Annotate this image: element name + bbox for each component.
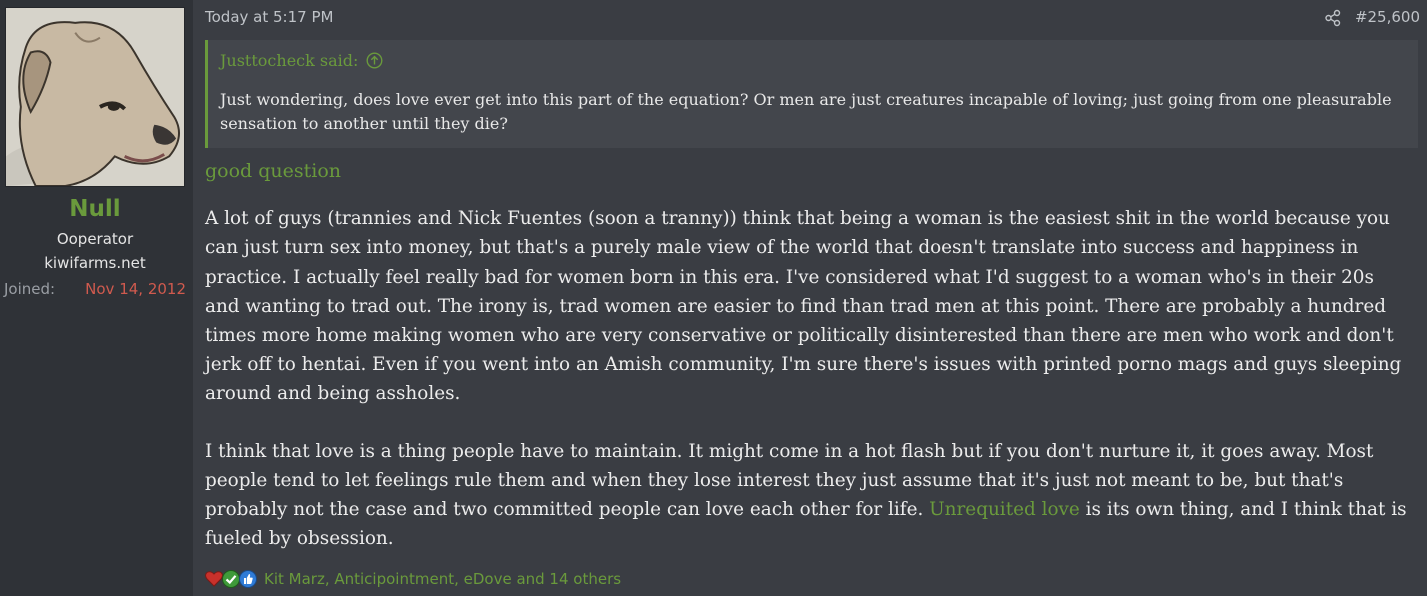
quote-author[interactable]: Justtocheck said:	[220, 51, 358, 70]
share-icon[interactable]	[1324, 9, 1342, 27]
post-timestamp[interactable]: Today at 5:17 PM	[205, 8, 333, 26]
user-title: Ooperator	[56, 230, 134, 248]
avatar-dog-image	[6, 8, 184, 186]
post-paragraph-2: I think that love is a thing people have…	[205, 437, 1410, 554]
reactions-list-link[interactable]: Kit Marz, Anticipointment, eDove and 14 …	[264, 570, 621, 588]
unrequited-love-link[interactable]: Unrequited love	[929, 499, 1080, 520]
thumbs-up-icon[interactable]	[238, 569, 258, 589]
quote-block: Justtocheck said: Just wondering, does l…	[205, 40, 1418, 148]
quote-text: Just wondering, does love ever get into …	[220, 90, 1392, 133]
post-content: Today at 5:17 PM #25,600 Justtocheck sai…	[193, 0, 1427, 596]
joined-row: Joined: Nov 14, 2012	[4, 280, 186, 298]
user-site: kiwifarms.net	[44, 254, 146, 272]
username[interactable]: Null	[0, 196, 190, 222]
joined-date: Nov 14, 2012	[85, 280, 186, 298]
arrow-up-circle-icon[interactable]	[366, 52, 383, 69]
avatar[interactable]	[5, 7, 185, 187]
user-sidebar: Null Ooperator kiwifarms.net Joined: Nov…	[0, 0, 193, 596]
post-lead: good question	[205, 160, 342, 182]
post-number-link[interactable]: #25,600	[1355, 8, 1420, 26]
post-body: good question A lot of guys (trannies an…	[205, 157, 1410, 553]
joined-label: Joined:	[4, 280, 56, 298]
reactions-bar: Kit Marz, Anticipointment, eDove and 14 …	[204, 568, 621, 590]
quote-header[interactable]: Justtocheck said:	[220, 51, 383, 70]
post-paragraph-1: A lot of guys (trannies and Nick Fuentes…	[205, 208, 1402, 405]
